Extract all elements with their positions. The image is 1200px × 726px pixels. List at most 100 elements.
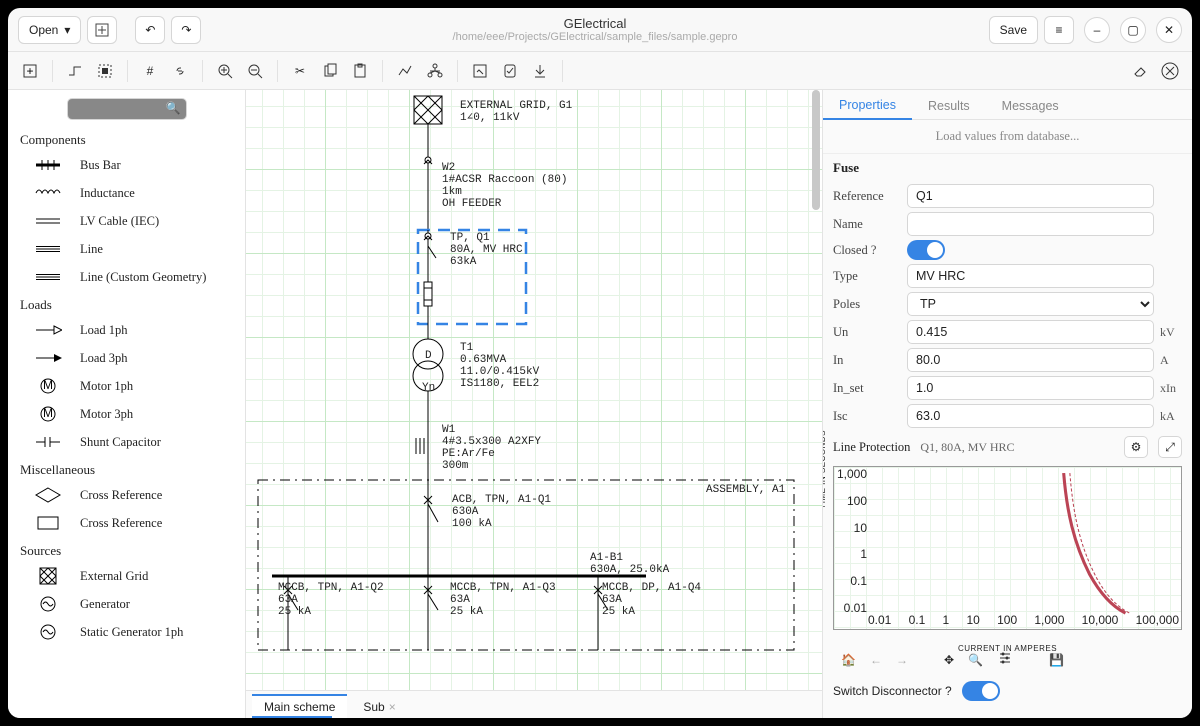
paste-icon[interactable]: [346, 57, 374, 85]
chart-yticks: 1,0001001010.10.01: [837, 467, 867, 615]
svg-text:25 kA: 25 kA: [278, 606, 311, 618]
svg-text:EXTERNAL GRID, G1: EXTERNAL GRID, G1: [460, 100, 573, 112]
component-motor-1ph[interactable]: MMotor 1ph: [8, 372, 245, 400]
component-load-1ph[interactable]: Load 1ph: [8, 316, 245, 344]
chart-ylabel: TIME IN SECONDS: [822, 430, 827, 509]
svg-text:+: +: [26, 64, 33, 78]
save-button[interactable]: Save: [989, 16, 1038, 44]
poles-select[interactable]: TP: [907, 292, 1154, 316]
reference-input[interactable]: [907, 184, 1154, 208]
canvas-scrollbar[interactable]: [812, 90, 820, 690]
close-window-button[interactable]: ✕: [1156, 17, 1182, 43]
name-input[interactable]: [907, 212, 1154, 236]
switch-disconnector-toggle[interactable]: [962, 681, 1000, 701]
svg-text:ACB, TPN, A1-Q1: ACB, TPN, A1-Q1: [452, 494, 551, 506]
component-lv-cable[interactable]: LV Cable (IEC): [8, 207, 245, 235]
svg-text:1km: 1km: [442, 186, 462, 198]
maximize-button[interactable]: ▢: [1120, 17, 1146, 43]
svg-text:IS1180, EEL2: IS1180, EEL2: [460, 378, 539, 390]
zoom-icon[interactable]: 🔍: [968, 653, 983, 667]
checklist-icon[interactable]: [496, 57, 524, 85]
schematic-canvas[interactable]: EXTERNAL GRID, G1 1∠0, 11kV W2 1#ACSR Ra…: [246, 90, 822, 690]
inset-input[interactable]: [907, 376, 1154, 400]
pan-icon[interactable]: ✥: [944, 653, 954, 667]
new-tab-button[interactable]: [87, 16, 117, 44]
undo-button[interactable]: ↶: [135, 16, 165, 44]
svg-text:D: D: [425, 350, 432, 362]
svg-text:W2: W2: [442, 162, 455, 174]
protection-chart[interactable]: TIME IN SECONDS 1,0001001010.10.01 0.010…: [833, 466, 1182, 630]
open-button[interactable]: Open ▾: [18, 16, 81, 44]
un-input[interactable]: [907, 320, 1154, 344]
minimize-button[interactable]: –: [1084, 17, 1110, 43]
zoom-in-icon[interactable]: [211, 57, 239, 85]
canvas-area: EXTERNAL GRID, G1 1∠0, 11kV W2 1#ACSR Ra…: [246, 90, 822, 718]
hamburger-button[interactable]: ≡: [1044, 16, 1074, 44]
clear-icon[interactable]: [1156, 57, 1184, 85]
component-shunt-cap[interactable]: Shunt Capacitor: [8, 428, 245, 456]
properties-panel: Properties Results Messages Load values …: [822, 90, 1192, 718]
close-icon[interactable]: ×: [389, 700, 396, 714]
home-icon[interactable]: 🏠: [841, 653, 856, 667]
zoom-out-icon[interactable]: [241, 57, 269, 85]
component-generator[interactable]: Generator: [8, 590, 245, 618]
forward-icon[interactable]: →: [896, 653, 908, 667]
link-icon[interactable]: [166, 57, 194, 85]
expand-icon[interactable]: ⤢: [1158, 436, 1182, 458]
svg-text:80A, MV HRC: 80A, MV HRC: [450, 244, 523, 256]
component-load-3ph[interactable]: Load 3ph: [8, 344, 245, 372]
back-icon[interactable]: ←: [870, 653, 882, 667]
svg-text:100 kA: 100 kA: [452, 518, 492, 530]
open-label: Open: [29, 23, 58, 37]
search-icon: 🔍: [166, 101, 181, 115]
svg-text:M: M: [43, 406, 53, 420]
type-input[interactable]: [907, 264, 1154, 288]
cut-icon[interactable]: ✂: [286, 57, 314, 85]
wire-icon[interactable]: [61, 57, 89, 85]
svg-text:TP, Q1: TP, Q1: [450, 232, 490, 244]
component-line[interactable]: Line: [8, 235, 245, 263]
analysis-icon[interactable]: [391, 57, 419, 85]
svg-text:630A, 25.0kA: 630A, 25.0kA: [590, 564, 670, 576]
svg-text:300m: 300m: [442, 460, 469, 472]
section-fuse: Fuse: [823, 154, 1192, 182]
component-static-gen[interactable]: Static Generator 1ph: [8, 618, 245, 646]
component-ext-grid[interactable]: External Grid: [8, 562, 245, 590]
tab-properties[interactable]: Properties: [823, 92, 912, 120]
download-icon[interactable]: [526, 57, 554, 85]
isc-input[interactable]: [907, 404, 1154, 428]
add-sheet-icon[interactable]: +: [16, 57, 44, 85]
component-line-custom[interactable]: Line (Custom Geometry): [8, 263, 245, 291]
network-icon[interactable]: [421, 57, 449, 85]
tab-messages[interactable]: Messages: [986, 93, 1075, 119]
select-area-icon[interactable]: [91, 57, 119, 85]
svg-text:0.63MVA: 0.63MVA: [460, 354, 507, 366]
svg-text:63kA: 63kA: [450, 256, 477, 268]
hash-icon[interactable]: #: [136, 57, 164, 85]
copy-icon[interactable]: [316, 57, 344, 85]
eraser-icon[interactable]: [1126, 57, 1154, 85]
component-crossref-2[interactable]: Cross Reference: [8, 509, 245, 537]
svg-text:A1-B1: A1-B1: [590, 552, 623, 564]
chart-toolbar: 🏠 ← → ✥ 🔍 💾: [823, 632, 1192, 675]
component-motor-3ph[interactable]: MMotor 3ph: [8, 400, 245, 428]
tab-sub[interactable]: Sub×: [351, 694, 407, 718]
closed-toggle[interactable]: [907, 240, 945, 260]
tab-main-scheme[interactable]: Main scheme: [252, 694, 347, 718]
load-from-db-link[interactable]: Load values from database...: [823, 120, 1192, 154]
gear-icon[interactable]: ⚙: [1124, 436, 1148, 458]
component-crossref-1[interactable]: Cross Reference: [8, 481, 245, 509]
group-loads: Loads: [8, 291, 245, 316]
svg-text:11.0/0.415kV: 11.0/0.415kV: [460, 366, 540, 378]
validate-icon[interactable]: [466, 57, 494, 85]
redo-button[interactable]: ↷: [171, 16, 201, 44]
save-chart-icon[interactable]: 💾: [1049, 653, 1064, 667]
svg-text:25 kA: 25 kA: [450, 606, 483, 618]
component-bus-bar[interactable]: Bus Bar: [8, 151, 245, 179]
svg-text:4#3.5x300 A2XFY: 4#3.5x300 A2XFY: [442, 436, 541, 448]
sheet-tabs: Main scheme Sub×: [246, 690, 822, 718]
component-inductance[interactable]: Inductance: [8, 179, 245, 207]
in-input[interactable]: [907, 348, 1154, 372]
tab-results[interactable]: Results: [912, 93, 986, 119]
svg-text:W1: W1: [442, 424, 456, 436]
